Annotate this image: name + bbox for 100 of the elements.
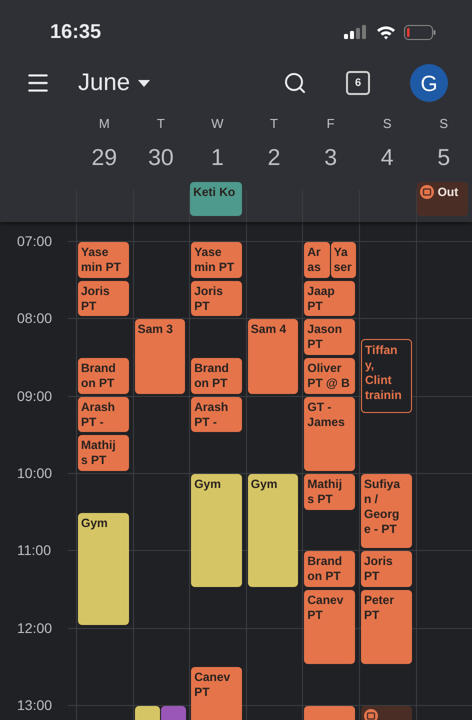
hour-label: 10:00 [17,464,52,481]
event-block[interactable]: Canev PT [191,667,242,720]
event-block[interactable]: Keti Ko [190,182,242,216]
today-button[interactable]: 6 [346,71,370,95]
event-block[interactable]: Gym [191,474,242,587]
event-title-line: n / [364,492,379,507]
event-block[interactable]: GT - James [304,396,355,471]
event-block[interactable]: Canev PT [304,590,355,664]
event-block[interactable]: Brand on PT [304,551,355,587]
event-title-line: Sam 4 [250,322,288,338]
event-title-line: on PT [81,376,116,391]
event-block[interactable]: Joris PT [191,280,242,316]
event-title-line: min PT [194,260,236,275]
event-block[interactable]: Oliver PT @ B [304,358,355,394]
event-title-line: Yase [194,245,223,260]
event-block[interactable]: Arash PT - [78,396,129,432]
account-avatar[interactable]: G [410,64,448,102]
date-number[interactable]: 3 [324,140,337,174]
event-title-line: Ya [334,245,349,260]
event-block[interactable]: Joris PT [361,551,412,587]
event-title-line: PT [194,685,211,700]
event-block[interactable]: Sufiya n / Georg e - PT [361,474,412,548]
event-title-line: min PT [81,260,122,275]
weekday-label: T [156,115,165,133]
event-block[interactable]: Gym [78,512,129,626]
event-title-line: Sufiya [364,476,402,492]
event-title-line: James [307,414,346,430]
event-title-line: Gym [194,476,222,492]
event-title-line: Brand [307,554,344,570]
weekday-label: S [439,115,448,133]
hour-label: 08:00 [17,310,52,326]
month-selector[interactable]: June [78,65,150,101]
event-title-line: Mathij [81,438,117,454]
event-block[interactable]: Gym [248,474,298,587]
event-title-line: Georg [364,506,400,522]
event-title-line: Mathij [307,476,344,492]
date-number[interactable]: 2 [268,140,280,174]
event-title-line: e - PT [364,522,398,537]
event-block[interactable]: Sam 4 [248,319,298,394]
event-block[interactable]: Yase min PT [78,242,129,278]
event-block[interactable]: Ar as [304,242,330,278]
date-number[interactable]: 4 [380,140,394,174]
event-block[interactable]: Peter PT [361,590,412,664]
event-title-line: Canev [307,592,344,608]
event-block[interactable]: Joris PT [78,280,129,316]
date-number[interactable]: 5 [437,140,450,174]
event-title-line: PT [194,298,211,314]
date-number[interactable]: 30 [148,140,174,174]
event-title-line: PT [307,298,324,314]
event-block[interactable]: Mathij s PT [78,435,129,471]
weekday-label: F [326,115,335,133]
event-title-line: PT [81,298,98,314]
out-of-office-block[interactable]: Out [416,182,468,216]
hour-label: 09:00 [17,388,52,404]
weekday-label: W [211,115,224,133]
event-title-line: Gym [81,516,109,531]
event-block[interactable]: Jaap PT [304,280,355,316]
event-block[interactable]: Jason PT [304,319,355,355]
event-title-line: Oliver [307,360,342,376]
event-block[interactable]: Yase min PT [191,242,242,278]
event-block[interactable]: Tiffan y, Clint trainin [361,338,412,413]
event-title-line: as [307,260,322,275]
event-title-line: Brand [194,360,230,376]
hour-label: 13:00 [17,696,52,713]
event-title-line: PT - [194,414,218,430]
calendar-icon [364,708,378,720]
event-title-line: Arash [81,400,116,415]
weekday-label: M [98,115,110,133]
event-title-line: Joris [364,554,394,570]
event-block[interactable]: Brand on PT [78,358,129,394]
event-title-line: ser [334,260,353,275]
event-title-line: trainin [365,388,403,403]
event-block[interactable]: Sam 3 [134,319,186,394]
event-block[interactable]: Brand on PT [191,358,242,394]
event-title-line: Gym [250,476,278,492]
event-block[interactable]: Ya ser [330,242,356,278]
event-title-line: Ar [307,245,322,260]
battery-icon [404,24,436,40]
hour-label: 07:00 [17,233,52,249]
event-title-line: PT [364,569,380,584]
hour-label: 11:00 [17,542,51,558]
event-title-line: Keti Ko [193,185,236,200]
event-title-line: Yase [81,245,110,260]
event-title-line: s PT [81,453,108,468]
date-number[interactable]: 29 [91,140,118,174]
event-title-line: GT - [307,400,332,415]
event-title-line: Clint [365,372,393,388]
event-title-line: on PT [194,376,229,391]
event-title-line: s PT [307,492,334,507]
event-block[interactable]: Mathij s PT [304,474,355,510]
caret-icon [138,80,150,86]
event-title-line: y, [365,358,376,373]
event-title-line: PT - [81,414,105,430]
event-title-line: PT @ B [307,376,351,391]
event-block[interactable]: Arash PT - [191,396,242,432]
event-title-line: Arash [194,400,230,415]
date-number[interactable]: 1 [211,140,224,174]
event-title-line: Peter [364,592,396,608]
calendar-icon [420,185,434,199]
wifi-icon [376,24,396,40]
